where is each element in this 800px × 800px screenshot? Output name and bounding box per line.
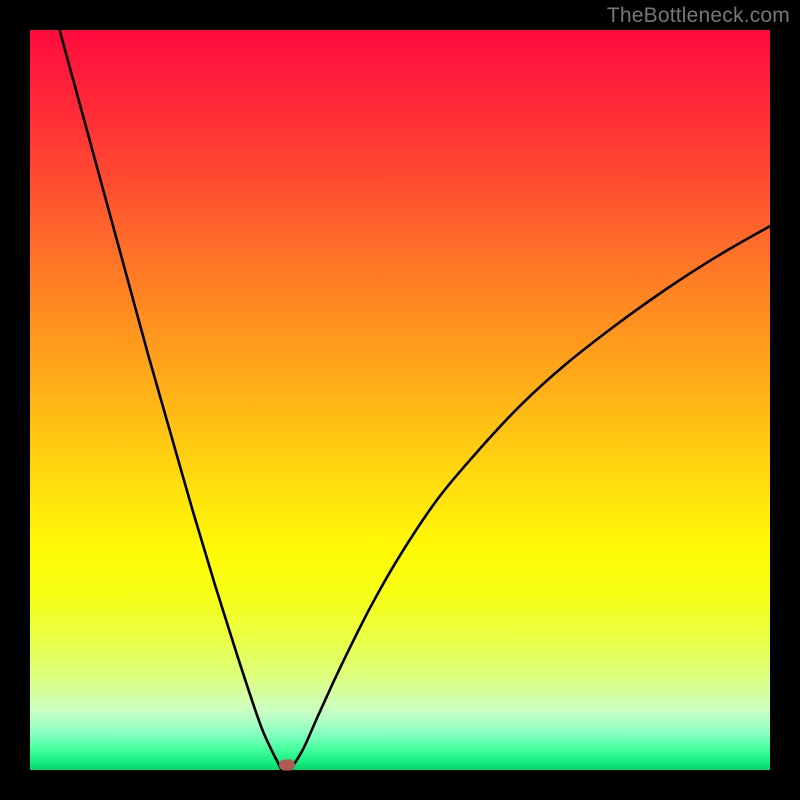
plot-area (30, 30, 770, 770)
curve-svg (30, 30, 770, 770)
curve-right-branch (293, 226, 770, 766)
chart-stage: TheBottleneck.com (0, 0, 800, 800)
min-point-marker (279, 759, 295, 770)
watermark-label: TheBottleneck.com (607, 4, 790, 28)
curve-left-branch (60, 30, 282, 770)
